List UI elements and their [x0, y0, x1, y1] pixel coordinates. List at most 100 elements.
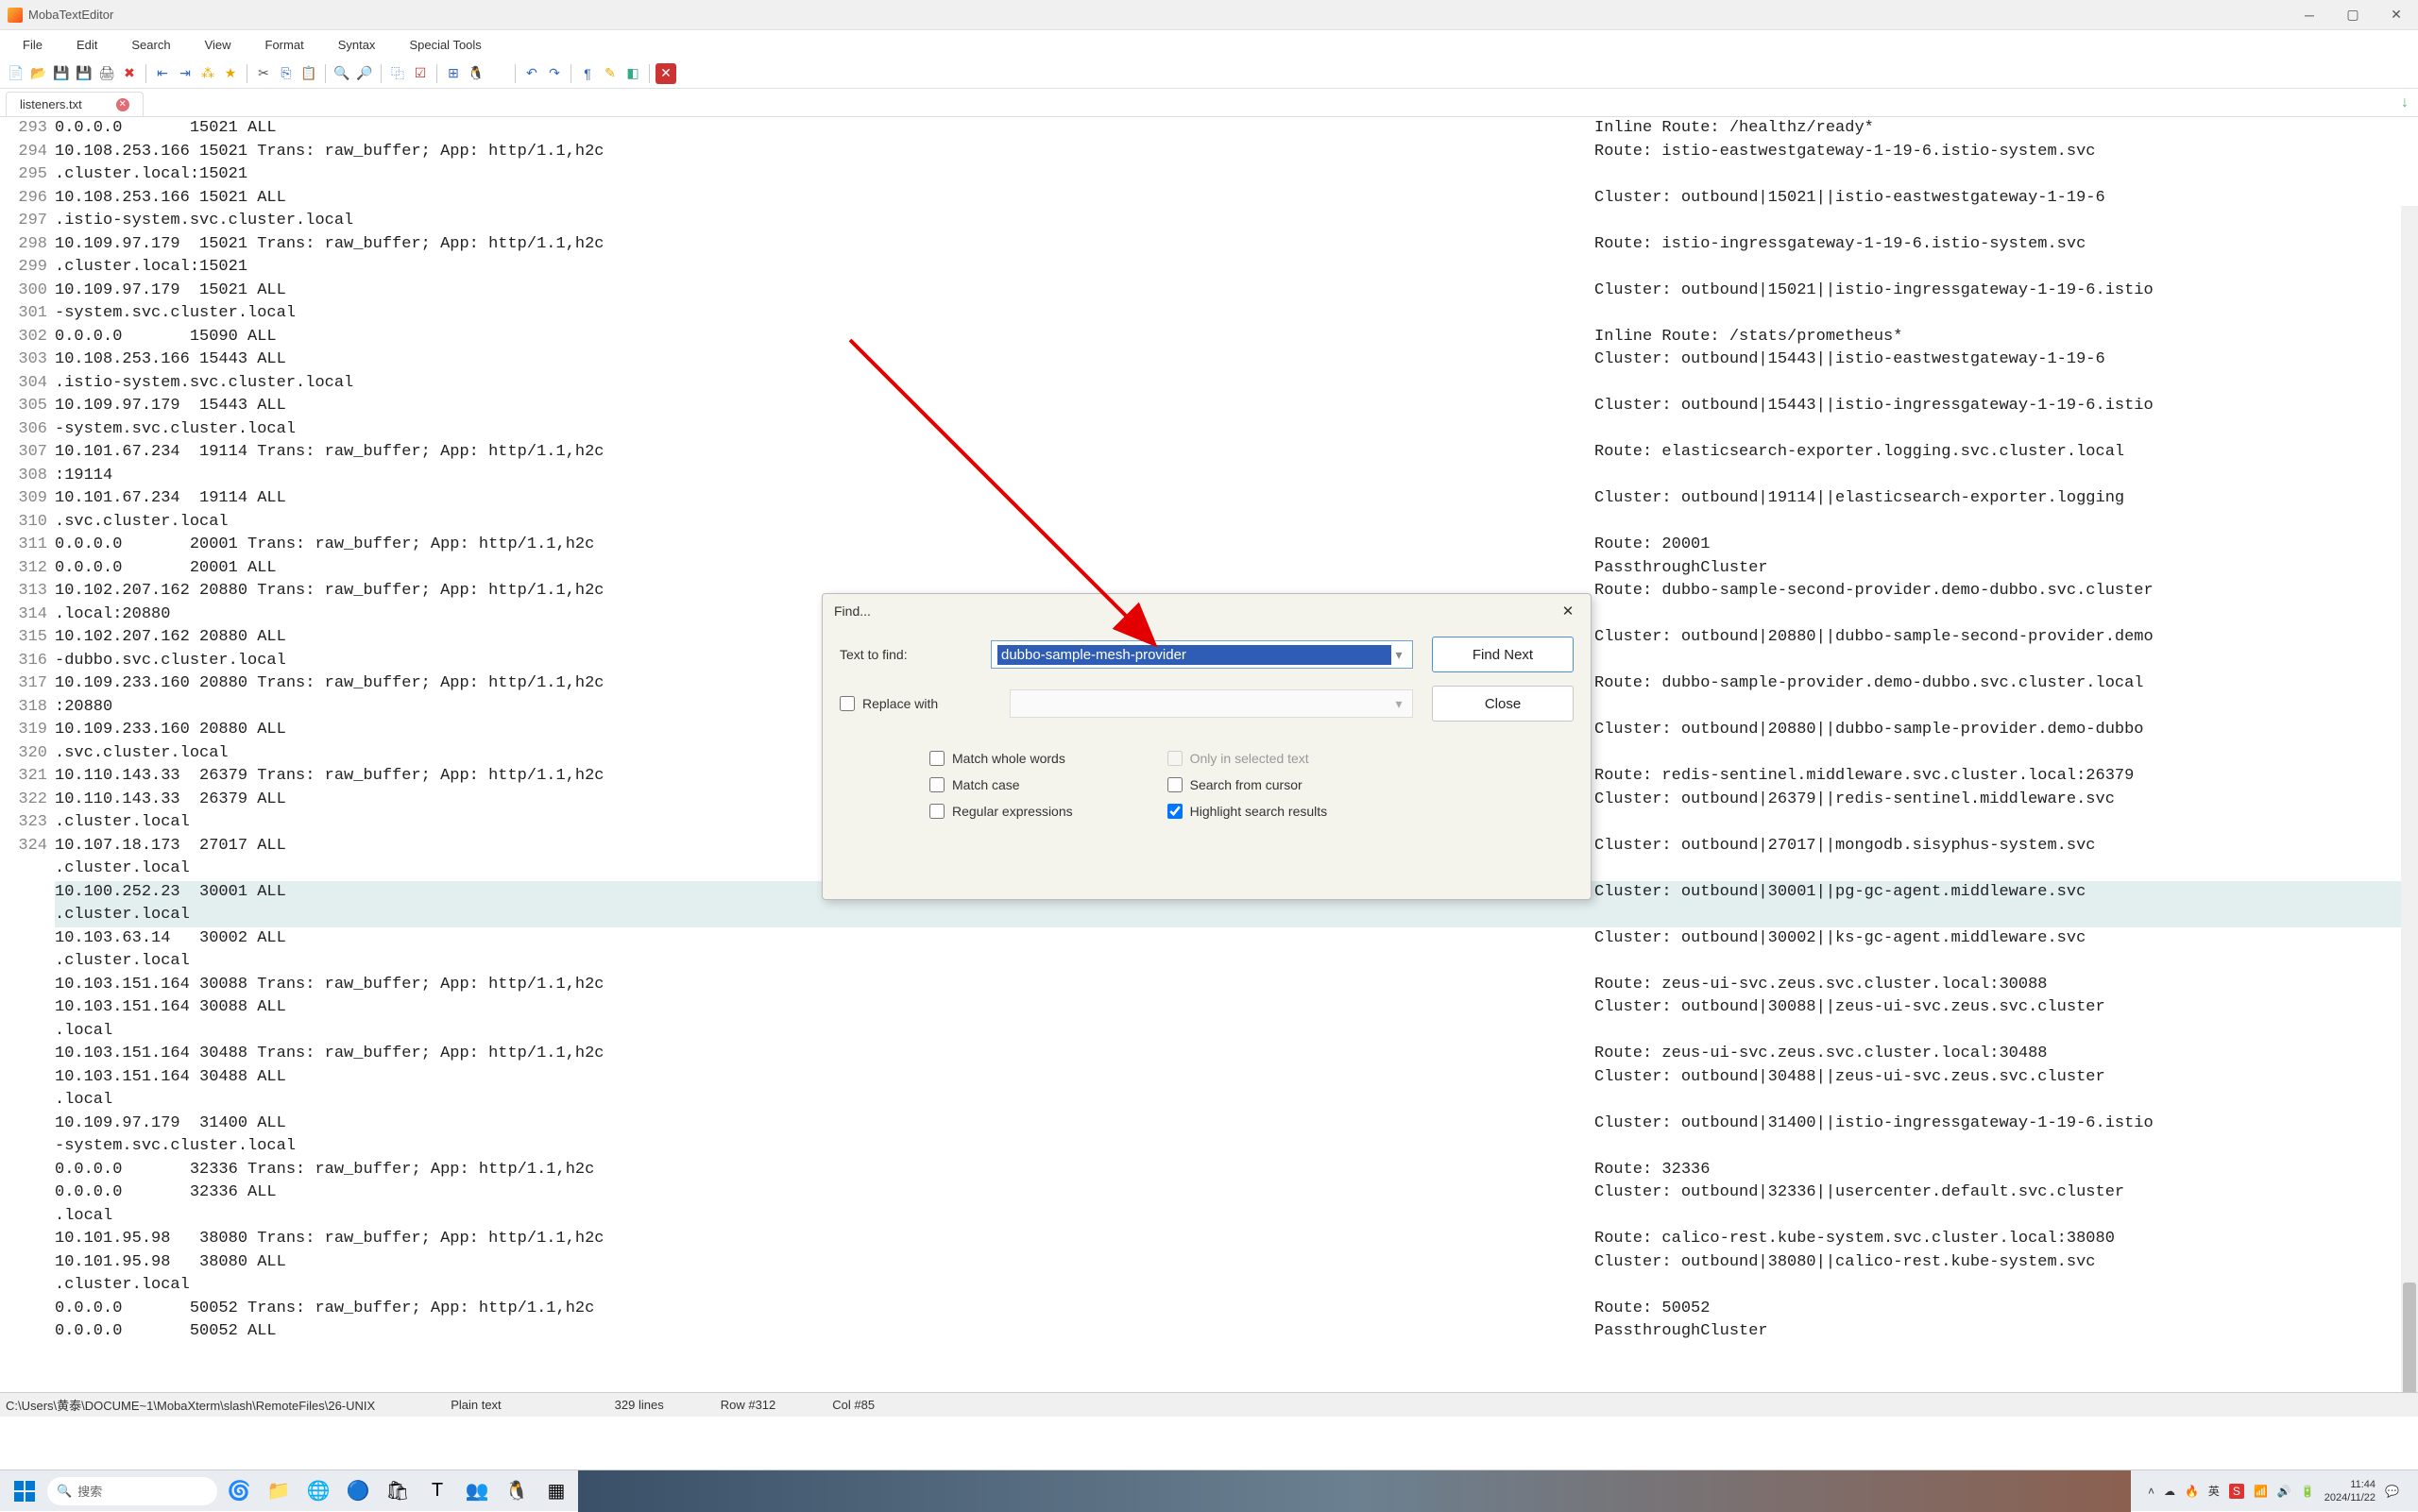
find-text-combo[interactable]: ▾: [991, 640, 1413, 669]
menu-file[interactable]: File: [8, 34, 58, 56]
task-chrome-icon[interactable]: 🔵: [344, 1477, 372, 1505]
paste-icon[interactable]: 📋: [298, 63, 319, 84]
find-icon[interactable]: 🔍: [332, 63, 352, 84]
maximize-button[interactable]: ▢: [2331, 0, 2375, 30]
bookmark-icon[interactable]: ★: [220, 63, 241, 84]
menu-specialtools[interactable]: Special Tools: [394, 34, 496, 56]
tray-volume-icon[interactable]: 🔊: [2277, 1485, 2291, 1498]
window-controls: ─ ▢ ✕: [2288, 0, 2418, 30]
replace-with-group[interactable]: Replace with: [840, 696, 991, 711]
task-qq-icon[interactable]: 🐧: [502, 1477, 531, 1505]
save-icon[interactable]: 💾: [51, 63, 72, 84]
task-edge-icon[interactable]: 🌐: [304, 1477, 332, 1505]
tab-listeners[interactable]: listeners.txt ✕: [6, 92, 144, 116]
toolbar-separator: [436, 64, 437, 83]
tabbar-arrow-icon[interactable]: ↓: [2401, 94, 2409, 111]
find-next-button[interactable]: Find Next: [1432, 637, 1574, 672]
tray-ime-lang[interactable]: 英: [2208, 1483, 2220, 1499]
windows-logo-icon: [14, 1481, 35, 1502]
undo-icon[interactable]: ↶: [521, 63, 542, 84]
task-store-icon[interactable]: 🛍: [383, 1477, 412, 1505]
tab-label: listeners.txt: [20, 97, 82, 111]
redo-icon[interactable]: ↷: [544, 63, 565, 84]
minimize-button[interactable]: ─: [2288, 0, 2331, 30]
find-text-input[interactable]: [997, 645, 1391, 665]
highlight-icon[interactable]: ✎: [600, 63, 621, 84]
task-teams-icon[interactable]: 👥: [463, 1477, 491, 1505]
print-icon[interactable]: 🖨: [96, 63, 117, 84]
opt-from-cursor[interactable]: Search from cursor: [1167, 777, 1328, 792]
find-text-dropdown-icon[interactable]: ▾: [1391, 647, 1406, 663]
tab-close-icon[interactable]: ✕: [116, 98, 129, 111]
find-close-icon[interactable]: ✕: [1557, 600, 1579, 622]
indent-right-icon[interactable]: ⇥: [175, 63, 196, 84]
replace-icon[interactable]: 🔎: [354, 63, 375, 84]
toolbar: 📄 📂 💾 💾 🖨 ✖ ⇤ ⇥ ⁂ ★ ✂ ⎘ 📋 🔍 🔎 ⿻ ☑ ⊞ 🐧 ↶ …: [0, 59, 2418, 89]
replace-dropdown-icon: ▾: [1391, 696, 1406, 712]
opt-highlight[interactable]: Highlight search results: [1167, 804, 1328, 819]
scroll-thumb[interactable]: [2403, 1283, 2416, 1392]
pilcrow-icon[interactable]: ¶: [577, 63, 598, 84]
copyblock-icon[interactable]: ⿻: [387, 63, 408, 84]
vertical-scrollbar[interactable]: [2401, 206, 2418, 1392]
toolbar-separator: [325, 64, 326, 83]
menu-format[interactable]: Format: [250, 34, 319, 56]
titlebar: MobaTextEditor ─ ▢ ✕: [0, 0, 2418, 30]
search-placeholder: 搜索: [77, 1482, 102, 1500]
status-col: Col #85: [813, 1398, 894, 1412]
task-copilot-icon[interactable]: 🌀: [225, 1477, 253, 1505]
taskbar-search[interactable]: 🔍 搜索: [47, 1477, 217, 1505]
tray-clock[interactable]: 11:44 2024/11/22: [2324, 1478, 2375, 1504]
tray-notifications-icon[interactable]: 💬: [2385, 1485, 2399, 1498]
os-linux-icon[interactable]: 🐧: [466, 63, 486, 84]
task-text-icon[interactable]: T: [423, 1477, 451, 1505]
cut-icon[interactable]: ✂: [253, 63, 274, 84]
toolbar-separator: [381, 64, 382, 83]
status-path: C:\Users\黄泰\DOCUME~1\MobaXterm\slash\Rem…: [6, 1396, 394, 1414]
os-windows-icon[interactable]: ⊞: [443, 63, 464, 84]
open-icon[interactable]: 📂: [28, 63, 49, 84]
indent-left-icon[interactable]: ⇤: [152, 63, 173, 84]
tray-wifi-icon[interactable]: 📶: [2254, 1485, 2268, 1498]
new-icon[interactable]: 📄: [6, 63, 26, 84]
tray-hidden-icon[interactable]: ˄: [2148, 1485, 2154, 1498]
status-row: Row #312: [702, 1398, 795, 1412]
start-button[interactable]: [9, 1476, 40, 1506]
menu-view[interactable]: View: [190, 34, 247, 56]
menu-edit[interactable]: Edit: [61, 34, 112, 56]
tray-battery-icon[interactable]: 🔋: [2301, 1485, 2315, 1498]
find-text-label: Text to find:: [840, 647, 972, 662]
menu-syntax[interactable]: Syntax: [323, 34, 391, 56]
comment-icon[interactable]: ⁂: [197, 63, 218, 84]
tray-ime-icon[interactable]: S: [2229, 1484, 2244, 1499]
save-all-icon[interactable]: 💾: [74, 63, 94, 84]
task-moba-icon[interactable]: ▦: [542, 1477, 570, 1505]
task-explorer-icon[interactable]: 📁: [264, 1477, 293, 1505]
status-lines: 329 lines: [596, 1398, 683, 1412]
opt-regex[interactable]: Regular expressions: [929, 804, 1073, 819]
os-mac-icon[interactable]: [488, 63, 509, 84]
close-file-icon[interactable]: ✖: [119, 63, 140, 84]
toolbar-separator: [145, 64, 146, 83]
menubar: File Edit Search View Format Syntax Spec…: [0, 30, 2418, 59]
taskbar-middle: [578, 1470, 2131, 1512]
status-syntax: Plain text: [432, 1398, 519, 1412]
close-button[interactable]: ✕: [2375, 0, 2418, 30]
line-number-gutter: 2932942952962972982993003013023033043053…: [0, 117, 55, 1392]
tray-onedrive-icon[interactable]: ☁: [2164, 1485, 2175, 1498]
todo-icon[interactable]: ☑: [410, 63, 431, 84]
taskbar-pinned: 🌀 📁 🌐 🔵 🛍 T 👥 🐧 ▦: [225, 1477, 570, 1505]
menu-search[interactable]: Search: [116, 34, 185, 56]
find-close-button[interactable]: Close: [1432, 686, 1574, 722]
copy-icon[interactable]: ⎘: [276, 63, 297, 84]
color-icon[interactable]: ◧: [622, 63, 643, 84]
exit-icon[interactable]: ✕: [656, 63, 676, 84]
replace-text-combo: ▾: [1010, 689, 1413, 718]
replace-checkbox[interactable]: [840, 696, 855, 711]
opt-selected-text: Only in selected text: [1167, 751, 1328, 766]
opt-whole-words[interactable]: Match whole words: [929, 751, 1073, 766]
toolbar-separator: [570, 64, 571, 83]
opt-match-case[interactable]: Match case: [929, 777, 1073, 792]
system-tray[interactable]: ˄ ☁ 🔥 英 S 📶 🔊 🔋 11:44 2024/11/22 💬: [2138, 1478, 2409, 1504]
tray-security-icon[interactable]: 🔥: [2185, 1485, 2199, 1498]
